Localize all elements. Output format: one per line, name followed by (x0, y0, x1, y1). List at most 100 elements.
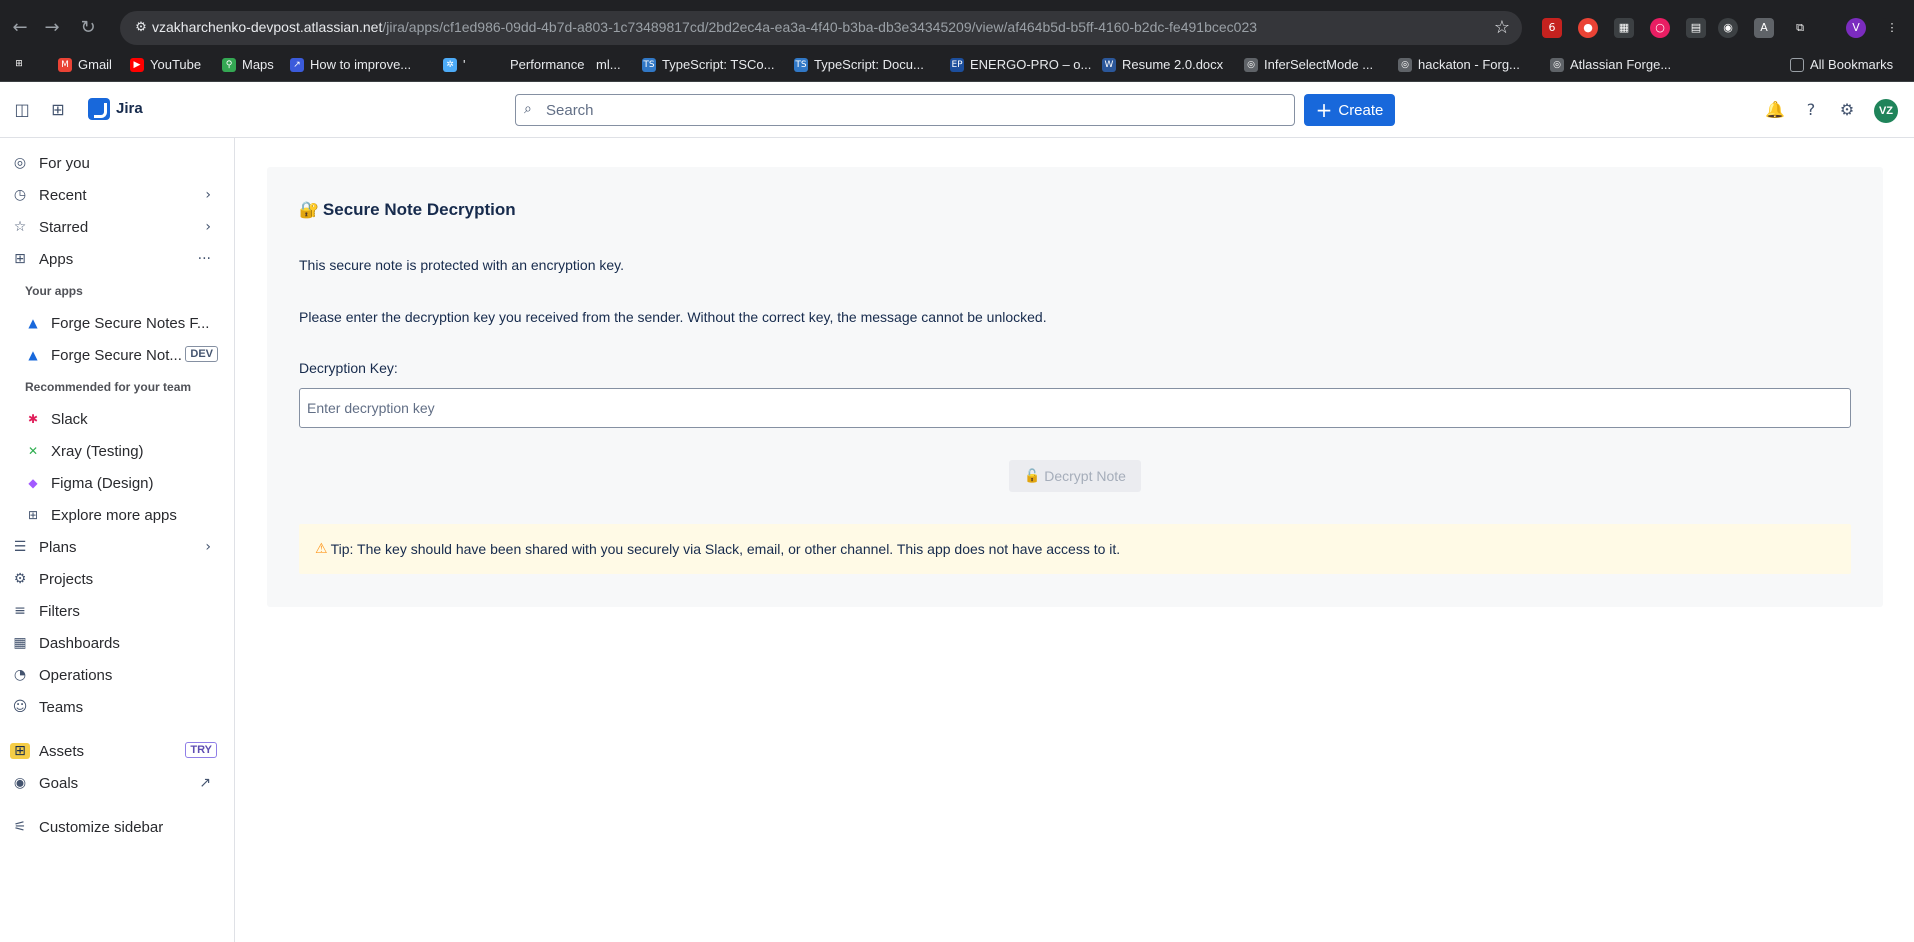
sidebar-item-apps[interactable]: ⊞ Apps ··· (10, 244, 225, 274)
sidebar-item-assets[interactable]: ⊞ Assets TRY (10, 736, 225, 766)
extension-icon[interactable]: ◉ (1718, 18, 1738, 38)
back-icon[interactable]: ← (8, 16, 32, 40)
forward-icon[interactable]: → (40, 16, 64, 40)
decryption-key-input[interactable] (299, 388, 1851, 428)
figma-icon: ◆ (28, 476, 38, 490)
bookmark-maps[interactable]: ⚲ Maps (222, 57, 274, 72)
qr-extension-icon[interactable]: ▦ (1614, 18, 1634, 38)
bookmark-ml[interactable]: ml... (596, 57, 621, 72)
warning-icon: ⚠ (315, 541, 328, 557)
clock-icon: ◷ (13, 187, 27, 203)
extensions-puzzle-icon[interactable]: ⧉ (1790, 18, 1810, 38)
bookmark-gmail[interactable]: M Gmail (58, 57, 112, 72)
bookmark-energo-pro[interactable]: EP ENERGO-PRO – o... (950, 57, 1091, 72)
all-bookmarks[interactable]: All Bookmarks (1790, 57, 1893, 72)
goals-icon: ◉ (13, 775, 27, 791)
extension-icon[interactable]: ○ (1650, 18, 1670, 38)
try-badge: TRY (185, 742, 217, 758)
rocket-icon: ⚙ (13, 571, 27, 587)
search-input[interactable] (546, 99, 1286, 121)
sidebar-item-dashboards[interactable]: ▦ Dashboards (10, 628, 225, 658)
sidebar-app-forge-secure-notes-dev[interactable]: ▲ Forge Secure Not... DEV (26, 340, 226, 370)
chevron-right-icon[interactable]: › (205, 539, 211, 555)
bookmark-how-to-improve[interactable]: ↗ How to improve... (290, 57, 411, 72)
browser-toolbar: ← → ↻ ⚙ vzakharchenko-devpost.atlassian.… (0, 0, 1914, 56)
page-title: 🔐 Secure Note Decryption (299, 200, 516, 219)
star-icon: ☆ (13, 219, 27, 235)
instructions-text: Please enter the decryption key you rece… (299, 309, 1047, 325)
sidebar-item-for-you[interactable]: ◎ For you (10, 148, 225, 178)
sidebar: ◎ For you ◷ Recent › ☆ Starred › ⊞ Apps ··· You… (0, 138, 235, 942)
sidebar-item-recent[interactable]: ◷ Recent › (10, 180, 225, 210)
chevron-right-icon[interactable]: › (205, 219, 211, 235)
sidebar-app-forge-secure-notes[interactable]: ▲ Forge Secure Notes F... (26, 308, 226, 338)
user-avatar[interactable]: VZ (1874, 99, 1898, 123)
notifications-icon[interactable]: 🔔 (1765, 100, 1785, 120)
bookmark-star-icon[interactable]: ☆ (1494, 17, 1510, 38)
dashboard-icon: ▦ (13, 635, 27, 651)
sidebar-app-figma[interactable]: ◆ Figma (Design) (26, 468, 226, 498)
atlassian-icon: ▲ (28, 348, 38, 362)
browser-menu-icon[interactable]: ⋮ (1882, 18, 1902, 38)
bookmark-typescript-tsconfig[interactable]: TS TypeScript: TSCo... (642, 57, 774, 72)
bookmark-performance[interactable]: Performance (510, 57, 584, 72)
settings-gear-icon[interactable]: ⚙ (1837, 100, 1857, 120)
sidebar-item-plans[interactable]: ☰ Plans › (10, 532, 225, 562)
extension-icon[interactable]: 6 (1542, 18, 1562, 38)
lock-icon: 🔓 (1024, 468, 1041, 484)
xray-icon: ✕ (27, 444, 39, 458)
sidebar-item-goals[interactable]: ◉ Goals ↗ (10, 768, 225, 798)
recommended-heading: Recommended for your team (25, 380, 192, 394)
bookmark-typescript-docs[interactable]: TS TypeScript: Docu... (794, 57, 924, 72)
sidebar-item-starred[interactable]: ☆ Starred › (10, 212, 225, 242)
dev-badge: DEV (185, 346, 218, 362)
intro-text: This secure note is protected with an en… (299, 257, 625, 273)
search-icon: ⌕ (524, 101, 532, 117)
chevron-right-icon[interactable]: › (205, 187, 211, 203)
create-button[interactable]: + Create (1304, 94, 1395, 126)
apps-grid-icon[interactable]: ⊞ (12, 57, 26, 71)
more-icon[interactable]: ··· (198, 251, 211, 267)
slack-icon: ✱ (27, 412, 39, 426)
jira-logo-icon[interactable] (88, 98, 110, 120)
bookmarks-bar: ⊞ M Gmail ▶ YouTube ⚲ Maps ↗ How to improve.… (0, 50, 1914, 82)
sidebar-toggle-icon[interactable]: ◫ (12, 100, 32, 120)
decryption-key-label: Decryption Key: (299, 360, 398, 376)
address-bar[interactable]: ⚙ vzakharchenko-devpost.atlassian.net/ji… (120, 11, 1522, 45)
sidebar-item-customize[interactable]: ⚟ Customize sidebar (10, 812, 225, 842)
bookmark-inferselectmode[interactable]: ◎ InferSelectMode ... (1244, 57, 1373, 72)
help-icon[interactable]: ? (1801, 100, 1821, 120)
assets-icon: ⊞ (10, 743, 30, 759)
bookmark-hackaton[interactable]: ◎ hackaton - Forg... (1398, 57, 1520, 72)
sidebar-app-xray[interactable]: ✕ Xray (Testing) (26, 436, 226, 466)
extension-icon[interactable]: A (1754, 18, 1774, 38)
sidebar-explore-more-apps[interactable]: ⊞ Explore more apps (26, 500, 226, 530)
lock-key-icon: 🔐 (299, 200, 319, 219)
profile-avatar[interactable]: V (1846, 18, 1866, 38)
extension-icon[interactable]: ● (1578, 18, 1598, 38)
sidebar-app-slack[interactable]: ✱ Slack (26, 404, 226, 434)
app-switcher-icon[interactable]: ⊞ (48, 100, 68, 120)
sidebar-item-operations[interactable]: ◔ Operations (10, 660, 225, 690)
product-name[interactable]: Jira (116, 100, 143, 117)
bookmark-youtube[interactable]: ▶ YouTube (130, 57, 201, 72)
site-info-icon[interactable]: ⚙ (132, 19, 150, 37)
external-link-icon[interactable]: ↗ (199, 775, 211, 791)
operations-icon: ◔ (13, 667, 27, 683)
plus-icon: + (1315, 98, 1333, 122)
decrypt-note-button[interactable]: 🔓 Decrypt Note (1009, 460, 1141, 492)
sidebar-item-teams[interactable]: ☺ Teams (10, 692, 225, 722)
apps-grid-icon: ⊞ (27, 508, 39, 522)
atlassian-icon: ▲ (28, 316, 38, 330)
your-apps-heading: Your apps (25, 284, 83, 298)
apps-icon: ⊞ (14, 251, 26, 267)
bookmark-atlassian-forge[interactable]: ◎ Atlassian Forge... (1550, 57, 1671, 72)
url-text[interactable]: vzakharchenko-devpost.atlassian.net/jira… (152, 19, 1257, 35)
reload-icon[interactable]: ↻ (76, 16, 100, 40)
extension-icon[interactable]: ▤ (1686, 18, 1706, 38)
sidebar-item-projects[interactable]: ⚙ Projects (10, 564, 225, 594)
bookmark-resume[interactable]: W Resume 2.0.docx (1102, 57, 1223, 72)
bookmark-item[interactable]: ✲ ' (443, 57, 465, 72)
sidebar-item-filters[interactable]: ≡ Filters (10, 596, 225, 626)
search-box[interactable]: ⌕ (515, 94, 1295, 126)
